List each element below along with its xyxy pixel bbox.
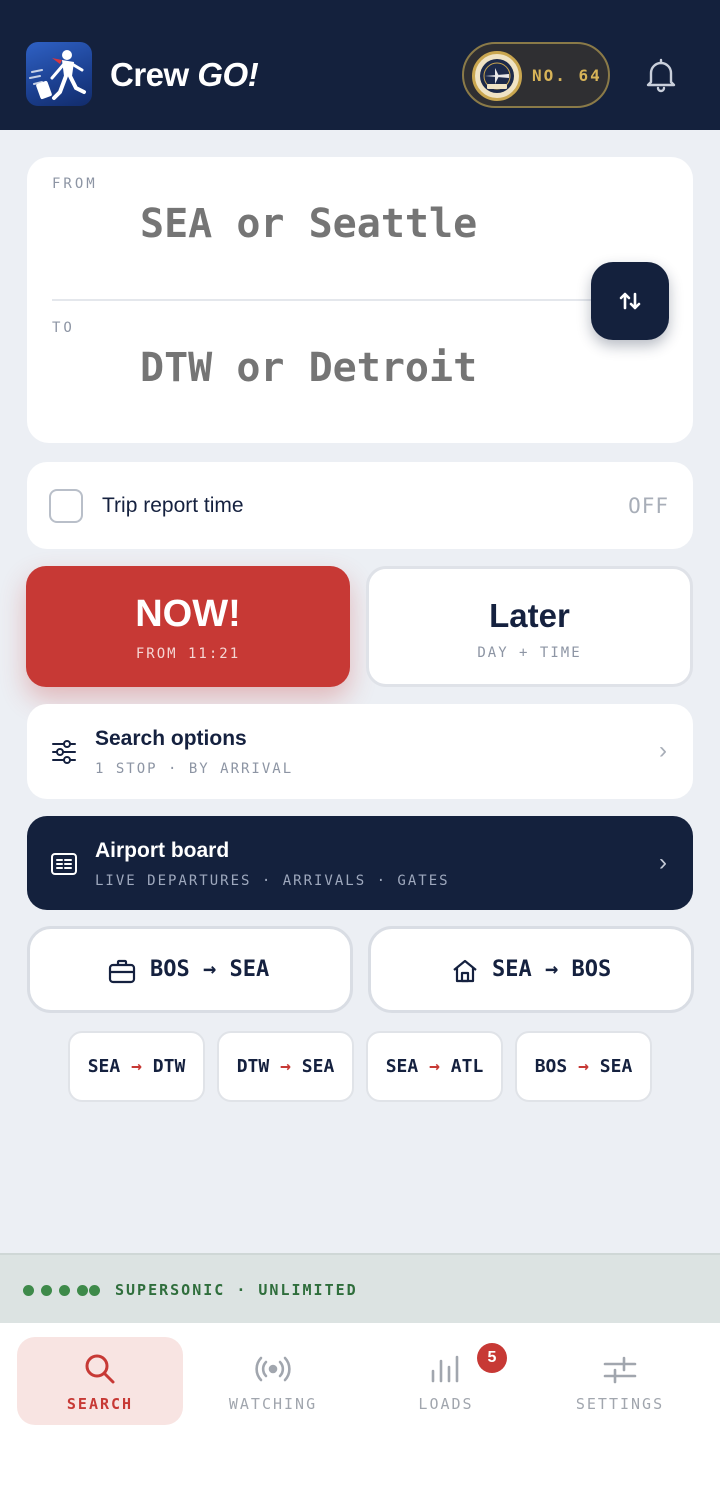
- quick-route-home[interactable]: SEA → BOS: [368, 926, 694, 1013]
- chip-origin: SEA: [87, 1056, 121, 1077]
- status-dot: [59, 1285, 70, 1296]
- later-label: Later: [489, 597, 570, 634]
- airport-board-title: Airport board: [95, 839, 230, 862]
- status-dot: [77, 1285, 88, 1296]
- trip-report-label: Trip report time: [102, 494, 244, 517]
- plan-status-bar: SUPERSONIC · UNLIMITED: [0, 1253, 720, 1323]
- app-header: Crew GO! NO. 64: [0, 0, 720, 130]
- medal-icon: [472, 51, 522, 101]
- trip-report-toggle[interactable]: Trip report time OFF: [27, 462, 693, 549]
- nav-label: WATCHING: [228, 1395, 318, 1413]
- sliders-icon: [600, 1349, 640, 1389]
- chevron-right-icon: ›: [659, 849, 667, 876]
- recent-route-chip[interactable]: SEA → DTW: [68, 1031, 205, 1102]
- chip-origin: BOS: [534, 1056, 568, 1077]
- now-button[interactable]: NOW! FROM 11:21: [26, 566, 350, 687]
- route-origin: SEA: [492, 957, 532, 982]
- nav-label: SETTINGS: [575, 1395, 665, 1413]
- recent-route-chip[interactable]: BOS → SEA: [515, 1031, 652, 1102]
- status-dot: [23, 1285, 34, 1296]
- chip-destination: DTW: [152, 1056, 186, 1077]
- trip-report-checkbox[interactable]: [49, 489, 83, 523]
- status-dot: [41, 1285, 52, 1296]
- route-destination: SEA: [229, 957, 270, 982]
- plan-status-text: SUPERSONIC · UNLIMITED: [115, 1281, 358, 1299]
- route-origin: BOS: [150, 957, 190, 982]
- arrow-right-icon: →: [578, 1056, 589, 1077]
- airport-board-subtitle: LIVE DEPARTURES · ARRIVALS · GATES: [95, 873, 450, 889]
- search-options-subtitle: 1 STOP · BY ARRIVAL: [95, 761, 294, 777]
- swap-route-button[interactable]: [591, 262, 669, 340]
- from-label: FROM: [52, 176, 98, 192]
- app-title: Crew GO!: [110, 56, 259, 93]
- to-input[interactable]: [140, 345, 620, 391]
- arrow-right-icon: →: [429, 1056, 440, 1077]
- recent-route-chip[interactable]: SEA → ATL: [366, 1031, 503, 1102]
- chip-destination: SEA: [599, 1056, 633, 1077]
- board-icon: [50, 851, 78, 877]
- arrow-right-icon: →: [203, 957, 217, 982]
- airport-board-row[interactable]: Airport board LIVE DEPARTURES · ARRIVALS…: [27, 816, 693, 910]
- now-sub: FROM 11:21: [135, 646, 241, 662]
- chip-origin: DTW: [236, 1056, 270, 1077]
- bar-loads-icon: [426, 1349, 466, 1389]
- arrow-right-icon: →: [131, 1056, 142, 1077]
- recent-route-chip[interactable]: DTW → SEA: [217, 1031, 354, 1102]
- nav-search[interactable]: SEARCH: [17, 1337, 183, 1425]
- status-dot: [89, 1285, 100, 1296]
- chevron-right-icon: ›: [659, 737, 667, 764]
- arrow-right-icon: →: [280, 1056, 291, 1077]
- member-number: NO. 64: [532, 66, 602, 85]
- later-sub: DAY + TIME: [477, 645, 582, 661]
- app-logo[interactable]: [26, 42, 92, 106]
- briefcase-icon: [108, 958, 136, 984]
- bell-icon[interactable]: [640, 54, 682, 96]
- swap-vertical-icon: [619, 292, 641, 310]
- chip-destination: SEA: [301, 1056, 335, 1077]
- route-divider: [52, 299, 622, 301]
- search-options-title: Search options: [95, 727, 247, 750]
- member-badge[interactable]: NO. 64: [462, 42, 610, 108]
- from-input[interactable]: [140, 201, 620, 247]
- sliders-icon: [50, 739, 78, 765]
- quick-route-work[interactable]: BOS → SEA: [27, 926, 353, 1013]
- nav-watching[interactable]: WATCHING: [190, 1337, 356, 1425]
- nav-label: SEARCH: [66, 1395, 134, 1413]
- nav-settings[interactable]: SETTINGS: [537, 1337, 703, 1425]
- chip-destination: ATL: [450, 1056, 484, 1077]
- chip-origin: SEA: [385, 1056, 419, 1077]
- search-icon: [80, 1349, 120, 1389]
- later-button[interactable]: Later DAY + TIME: [366, 566, 693, 687]
- route-destination: BOS: [571, 957, 612, 982]
- arrow-right-icon: →: [545, 957, 559, 982]
- home-icon: [451, 958, 479, 984]
- trip-report-state: OFF: [628, 494, 669, 518]
- bottom-nav: SEARCH WATCHING LOADS SETTINGS: [0, 1323, 720, 1490]
- now-label: NOW!: [135, 593, 241, 635]
- to-label: TO: [52, 320, 75, 336]
- search-options-row[interactable]: Search options 1 STOP · BY ARRIVAL ›: [27, 704, 693, 799]
- broadcast-icon: [253, 1349, 293, 1389]
- loads-count-badge: 5: [477, 1343, 507, 1373]
- nav-label: LOADS: [418, 1395, 474, 1413]
